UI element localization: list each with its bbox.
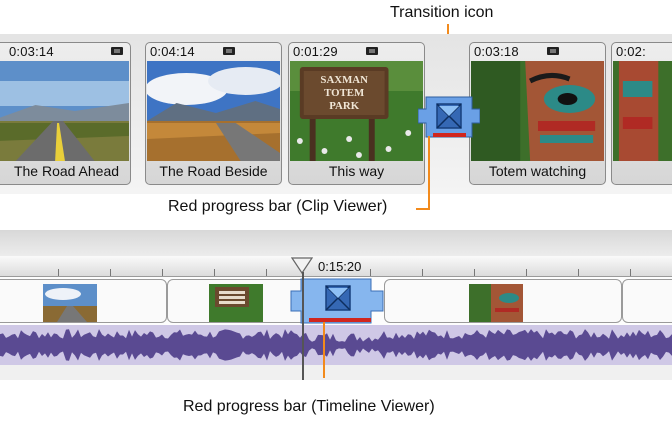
clip-title: The Road Ahead [13,163,120,179]
ruler-tick [474,269,475,276]
clip-progress-leader-v [428,136,430,210]
clip-progress-leader-h [416,208,430,210]
clip-thumbnail [613,61,672,161]
clip-road-ahead[interactable]: 0:03:14 The Road Ahead [0,42,131,185]
timeline-clip-totem-watching[interactable] [384,279,622,323]
ruler-tick [266,269,267,276]
ruler-tick [578,269,579,276]
sign-line-1: SAXMAN [320,74,368,86]
timeline-progress-leader [323,322,325,378]
clip-thumbnail: SAXMAN TOTEM PARK [290,61,423,161]
camera-icon [223,47,235,55]
ruler-tick [110,269,111,276]
clip-viewer-progress-callout: Red progress bar (Clip Viewer) [168,198,388,215]
timeline-clip-partial[interactable] [622,279,672,323]
clip-thumbnail [471,61,604,161]
playhead-line [302,272,304,380]
clip-thumbnail [147,61,280,161]
camera-icon [547,47,559,55]
playhead-time: 0:15:20 [318,259,362,274]
clip-duration: 0:03:18 [474,44,519,59]
clip-title: Totem watching [488,163,587,179]
ruler-tick [370,269,371,276]
clip-totem-watching[interactable]: 0:03:18 Totem watching [469,42,606,185]
timeline-clip-thumbnail [209,284,263,322]
sign-line-3: PARK [329,100,359,112]
audio-waveform [0,329,672,361]
transition-progress-bar [433,133,466,137]
ruler-tick [214,269,215,276]
video-track [0,277,672,325]
timeline-top-fade [0,230,672,256]
clip-title: The Road Beside [159,163,268,179]
timeline-viewer-progress-callout: Red progress bar (Timeline Viewer) [183,398,435,415]
sign-line-2: TOTEM [324,87,364,99]
audio-track[interactable] [0,325,672,365]
clip-viewer: 0:03:14 The Road Ahead 0:04:14 The Road … [0,34,672,194]
camera-icon [111,47,123,55]
timeline-clip-thumbnail [469,284,523,322]
ruler-tick [58,269,59,276]
timeline-clip-road-ahead[interactable] [0,279,167,323]
clip-duration: 0:03:14 [9,44,54,59]
timeline-clip-thumbnail [43,284,97,322]
clip-partial[interactable]: 0:02: [611,42,672,185]
timeline-clip-this-way[interactable] [167,279,307,323]
transition-icon-callout: Transition icon [390,4,494,21]
clip-duration: 0:01:29 [293,44,338,59]
timeline-viewer: 0:15:20 [0,230,672,380]
clip-duration: 0:02: [616,44,646,59]
clip-duration: 0:04:14 [150,44,195,59]
camera-icon [366,47,378,55]
ruler-tick [526,269,527,276]
clip-title: This way [328,163,385,179]
waveform-shape [0,329,672,361]
clip-road-beside[interactable]: 0:04:14 The Road Beside [145,42,282,185]
ruler-tick [422,269,423,276]
clip-thumbnail [0,61,129,161]
timeline-progress-bar [309,318,371,322]
ruler-tick [162,269,163,276]
clip-this-way[interactable]: 0:01:29 SAXMAN TOTEM PARK This way [288,42,425,185]
ruler-tick [630,269,631,276]
